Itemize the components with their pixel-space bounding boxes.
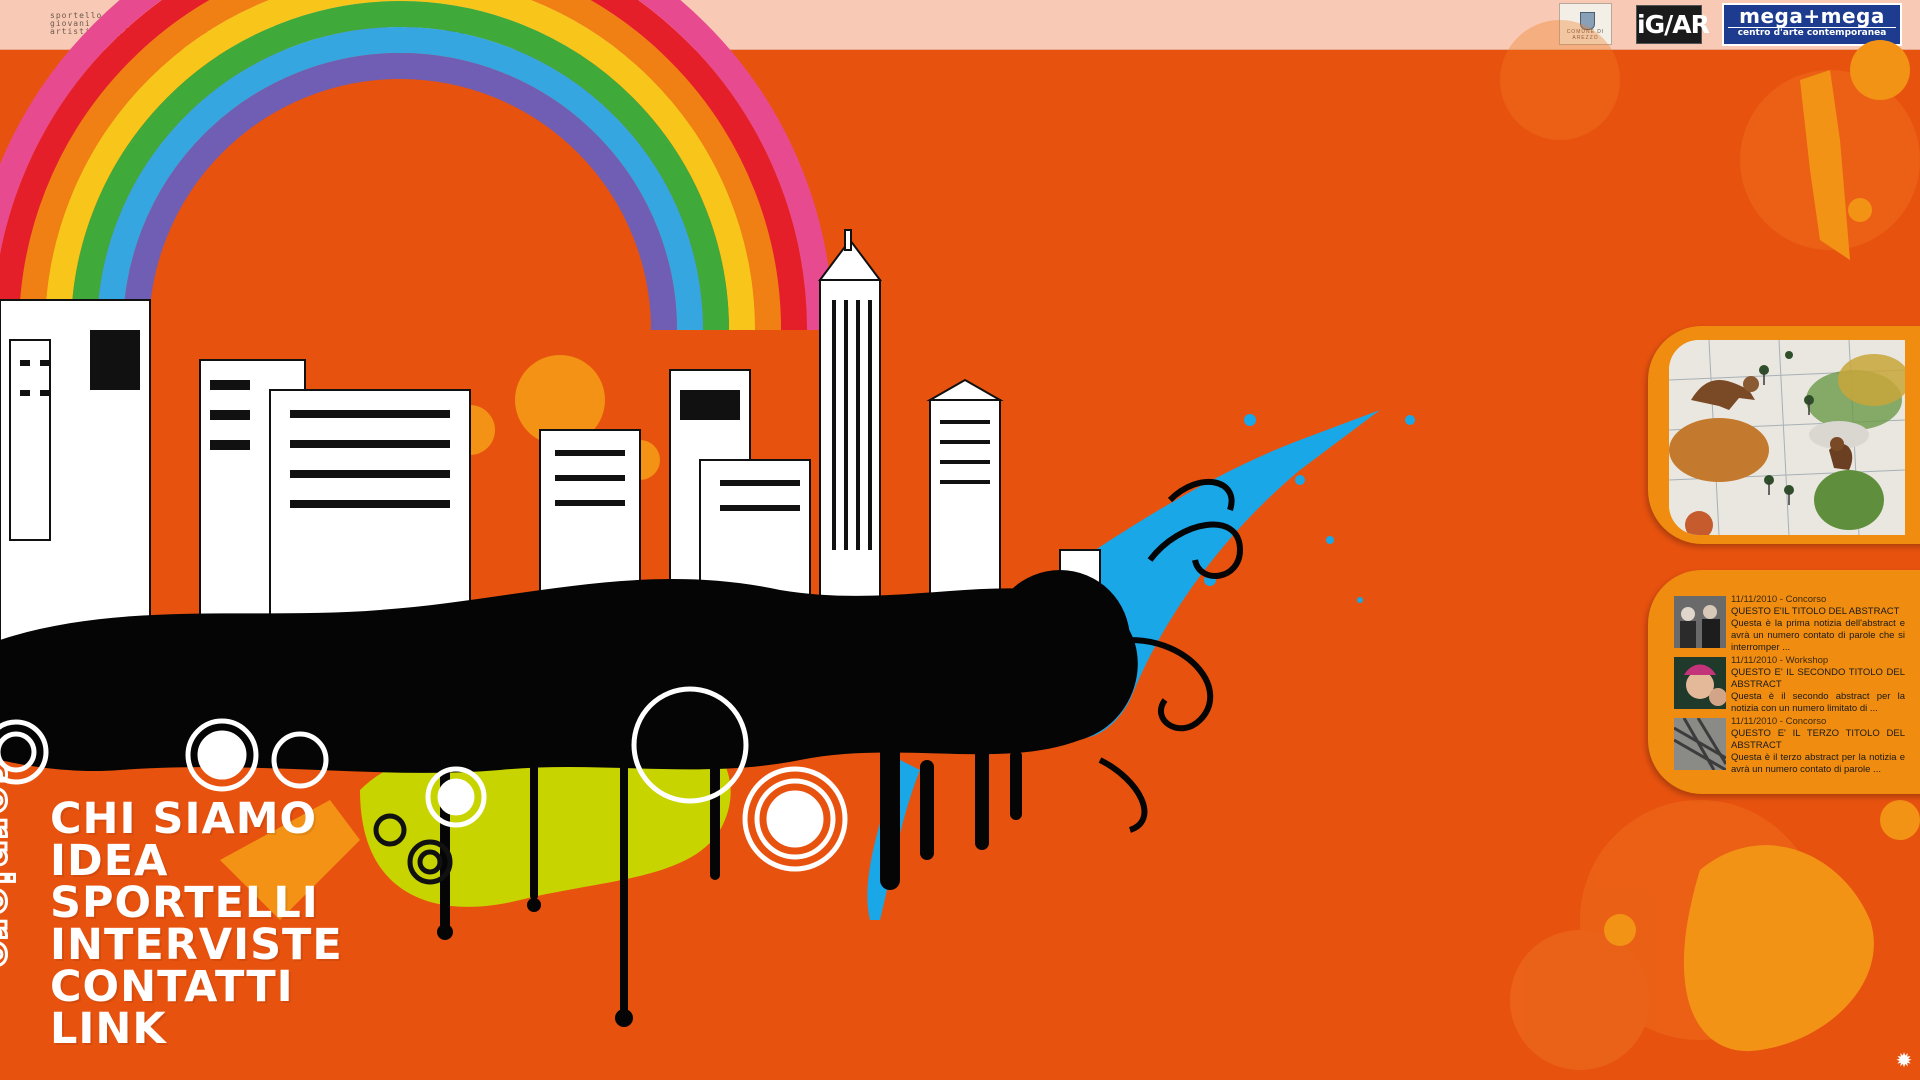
news-meta: 11/11/2010 - Workshop <box>1731 655 1829 666</box>
news-thumbnail <box>1674 718 1726 770</box>
news-abstract: Questa è il secondo abstract per la noti… <box>1731 691 1905 714</box>
news-thumbnail <box>1674 657 1726 709</box>
news-title[interactable]: QUESTO E'IL TITOLO DEL ABSTRACT <box>1731 606 1905 618</box>
menu-item-interviste[interactable]: interviste <box>50 924 450 967</box>
menu-item-sportelli[interactable]: sportelli <box>50 882 450 925</box>
news-item[interactable]: 11/11/2010 - Concorso QUESTO E' IL TERZO… <box>1674 716 1914 779</box>
news-item[interactable]: 11/11/2010 - Concorso QUESTO E'IL TITOLO… <box>1674 594 1914 657</box>
vertical-brand-logo: cerniere <box>0 759 46 1080</box>
news-meta: 11/11/2010 - Concorso <box>1731 594 1827 605</box>
news-text: 11/11/2010 - Workshop QUESTO E' IL secon… <box>1731 655 1905 715</box>
vertical-brand-text: cerniere <box>0 759 22 973</box>
news-abstract: Questa è la prima notizia dell'abstract … <box>1731 618 1905 653</box>
featured-image-panel <box>1648 326 1920 544</box>
news-meta: 11/11/2010 - Concorso <box>1731 716 1827 727</box>
featured-artwork-image[interactable] <box>1669 340 1905 535</box>
menu-item-contatti[interactable]: contatti <box>50 966 450 1009</box>
monkeys-trees-artwork <box>1669 340 1905 535</box>
news-abstract: Questa è il terzo abstract per la notizi… <box>1731 752 1905 775</box>
news-item[interactable]: 11/11/2010 - Workshop QUESTO E' IL secon… <box>1674 655 1914 718</box>
news-title[interactable]: QUESTO E' IL TERZO TITOLO DEL ABSTRACT <box>1731 728 1905 752</box>
news-panel: 11/11/2010 - Concorso QUESTO E'IL TITOLO… <box>1648 570 1920 794</box>
menu-item-link[interactable]: link <box>50 1008 450 1051</box>
menu-item-chi-siamo[interactable]: chi siamo <box>50 798 450 841</box>
news-title[interactable]: QUESTO E' IL secondo TITOLO DEL ABSTRACT <box>1731 667 1905 691</box>
main-menu: chi siamo idea sportelli interviste cont… <box>50 798 450 1051</box>
news-thumbnail <box>1674 596 1726 648</box>
news-text: 11/11/2010 - Concorso QUESTO E'IL TITOLO… <box>1731 594 1905 654</box>
news-list: 11/11/2010 - Concorso QUESTO E'IL TITOLO… <box>1674 594 1914 779</box>
news-text: 11/11/2010 - Concorso QUESTO E' IL TERZO… <box>1731 716 1905 776</box>
skyline-windows <box>20 300 990 550</box>
settings-icon[interactable]: ✹ <box>1893 1050 1915 1072</box>
rainbow <box>0 0 833 331</box>
menu-item-idea[interactable]: idea <box>50 840 450 883</box>
